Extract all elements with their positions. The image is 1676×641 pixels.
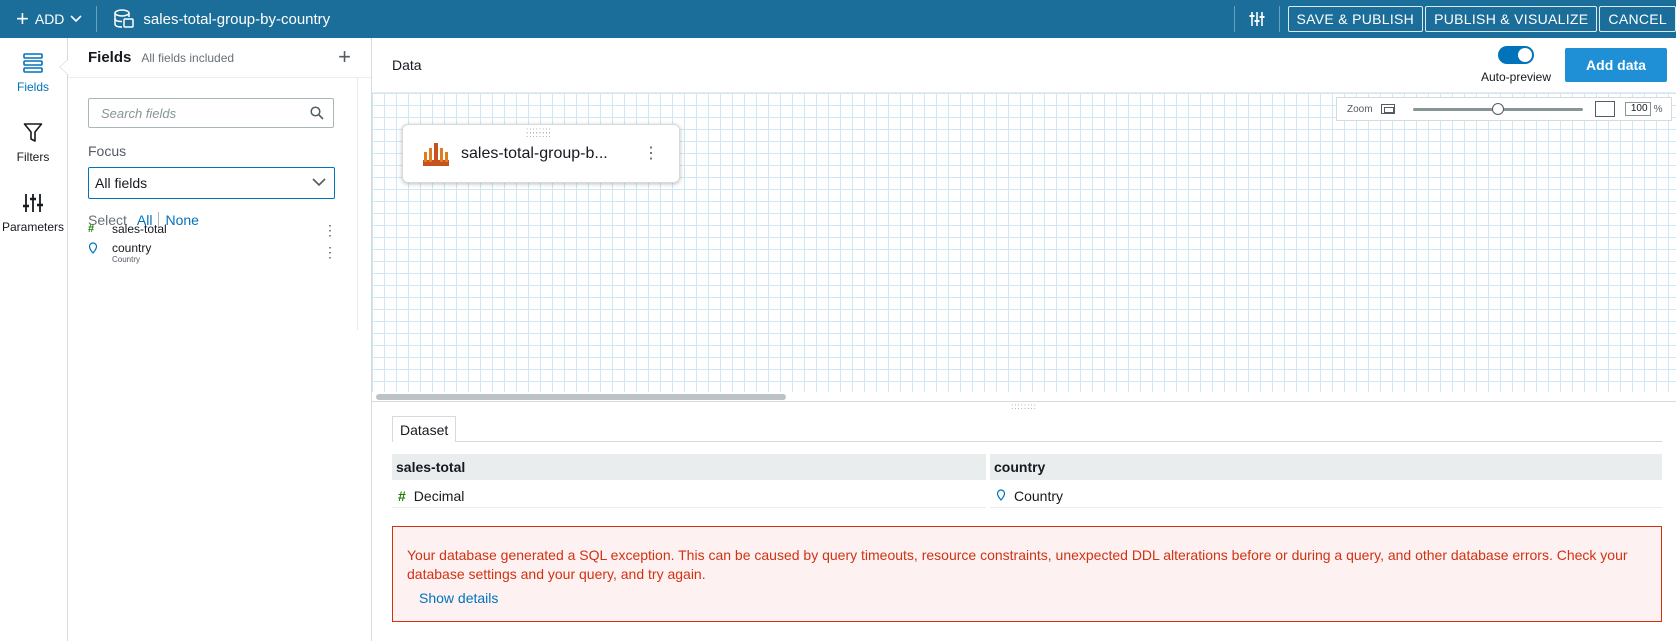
rail-item-filters[interactable]: Filters (0, 120, 66, 164)
numeric-hash-icon: # (88, 223, 95, 235)
rail-label: Fields (16, 80, 49, 94)
column-header[interactable]: sales-total (392, 454, 986, 480)
top-bar: + ADD sales-total-group-by-country SAVE … (0, 0, 1676, 38)
sliders-icon (1249, 12, 1265, 26)
column-header[interactable]: country (990, 454, 1662, 480)
focus-select[interactable]: All fields (88, 167, 335, 199)
auto-preview-toggle[interactable] (1498, 46, 1534, 64)
column-type-label: Decimal (413, 487, 465, 504)
rail-label: Parameters (1, 220, 65, 234)
add-label: ADD (34, 11, 65, 27)
dataset-name[interactable]: sales-total-group-by-country (97, 9, 330, 29)
redshift-logo-icon (423, 142, 449, 166)
search-fields-input[interactable] (101, 105, 301, 121)
field-name: sales-total (112, 222, 167, 236)
search-fields-box (88, 98, 334, 128)
field-subtype: Country (112, 255, 141, 264)
data-canvas[interactable]: Zoom 100 % :::::::::::::::: sales-total-… (372, 92, 1676, 392)
add-menu-button[interactable]: + ADD (0, 0, 96, 38)
column-type-cell: Country (990, 484, 1662, 508)
data-section-title: Data (392, 57, 422, 73)
drag-handle-icon[interactable]: :::::::::::::::: (526, 127, 552, 139)
panel-resize-handle[interactable]: :::::::: (372, 401, 1676, 413)
fields-panel-subtitle: All fields included (141, 50, 235, 65)
error-message: Your database generated a SQL exception.… (407, 547, 1628, 582)
separator (1278, 6, 1280, 32)
geo-pin-icon (996, 488, 1006, 504)
field-menu-kebab-icon[interactable]: ⋮ (323, 244, 337, 261)
zoom-slider-handle[interactable] (1491, 102, 1504, 115)
zoom-in-icon[interactable] (1594, 101, 1615, 117)
dataset-name-label: sales-total-group-by-country (143, 10, 331, 28)
publish-visualize-button[interactable]: PUBLISH & VISUALIZE (1425, 6, 1598, 32)
filter-icon (23, 123, 43, 142)
drag-handle-icon: :::::::: (1011, 402, 1037, 411)
save-publish-button[interactable]: SAVE & PUBLISH (1287, 6, 1424, 32)
zoom-control: Zoom 100 % (1336, 97, 1672, 121)
field-item-country[interactable]: country Country ⋮ (88, 241, 337, 265)
error-alert: Your database generated a SQL exception.… (392, 526, 1662, 622)
fields-icon (23, 53, 43, 73)
column-type-cell: # Decimal (392, 484, 986, 508)
rail-item-parameters[interactable]: Parameters (0, 190, 66, 234)
zoom-label: Zoom (1347, 103, 1373, 115)
fields-panel: Fields All fields included + Focus All f… (68, 38, 372, 641)
parameters-icon (23, 194, 43, 212)
field-item-sales-total[interactable]: # sales-total ⋮ (88, 222, 337, 238)
search-icon[interactable] (310, 106, 324, 120)
fields-panel-header: Fields All fields included + (68, 38, 371, 78)
settings-sliders-button[interactable] (1235, 0, 1279, 38)
rail-item-fields[interactable]: Fields (0, 50, 66, 94)
focus-select-value: All fields (95, 175, 148, 191)
auto-preview-label: Auto-preview (1480, 70, 1552, 84)
zoom-value-input[interactable]: 100 (1624, 102, 1651, 116)
show-details-link[interactable]: Show details (419, 589, 1647, 608)
auto-preview: Auto-preview (1472, 46, 1560, 84)
geo-pin-icon (88, 241, 112, 257)
field-menu-kebab-icon[interactable]: ⋮ (323, 222, 337, 239)
left-rail: Fields Filters Parameters (0, 38, 68, 641)
chevron-down-icon (312, 178, 326, 187)
focus-label: Focus (88, 143, 127, 159)
preview-tabs: Dataset (392, 416, 1662, 442)
add-field-button[interactable]: + (338, 44, 351, 70)
dataset-node[interactable]: :::::::::::::::: sales-total-group-b... … (402, 124, 680, 183)
main-area: Data Auto-preview Add data Zoom 100 % ::… (372, 38, 1676, 641)
field-name: country (112, 241, 152, 255)
top-bar-actions: SAVE & PUBLISH PUBLISH & VISUALIZE CANCE… (1233, 0, 1676, 38)
zoom-out-icon[interactable] (1380, 104, 1395, 114)
chevron-down-icon (70, 15, 82, 23)
scrollbar-thumb[interactable] (376, 394, 786, 400)
node-menu-kebab-icon[interactable]: ⋮ (643, 143, 659, 163)
data-header: Data Auto-preview Add data (372, 38, 1676, 92)
numeric-hash-icon: # (398, 487, 406, 504)
dataset-node-label: sales-total-group-b... (461, 144, 608, 162)
zoom-unit: % (1653, 103, 1663, 115)
tab-dataset[interactable]: Dataset (392, 416, 457, 442)
zoom-slider[interactable] (1412, 102, 1583, 115)
cancel-button[interactable]: CANCEL (1599, 6, 1676, 32)
column-type-label: Country (1014, 487, 1064, 504)
fields-scrollbar[interactable] (357, 78, 371, 330)
database-icon (114, 9, 135, 28)
rail-label: Filters (16, 150, 50, 164)
active-caret (60, 60, 68, 74)
fields-panel-title: Fields (88, 49, 132, 66)
plus-icon: + (16, 6, 29, 31)
add-data-button[interactable]: Add data (1565, 48, 1667, 82)
